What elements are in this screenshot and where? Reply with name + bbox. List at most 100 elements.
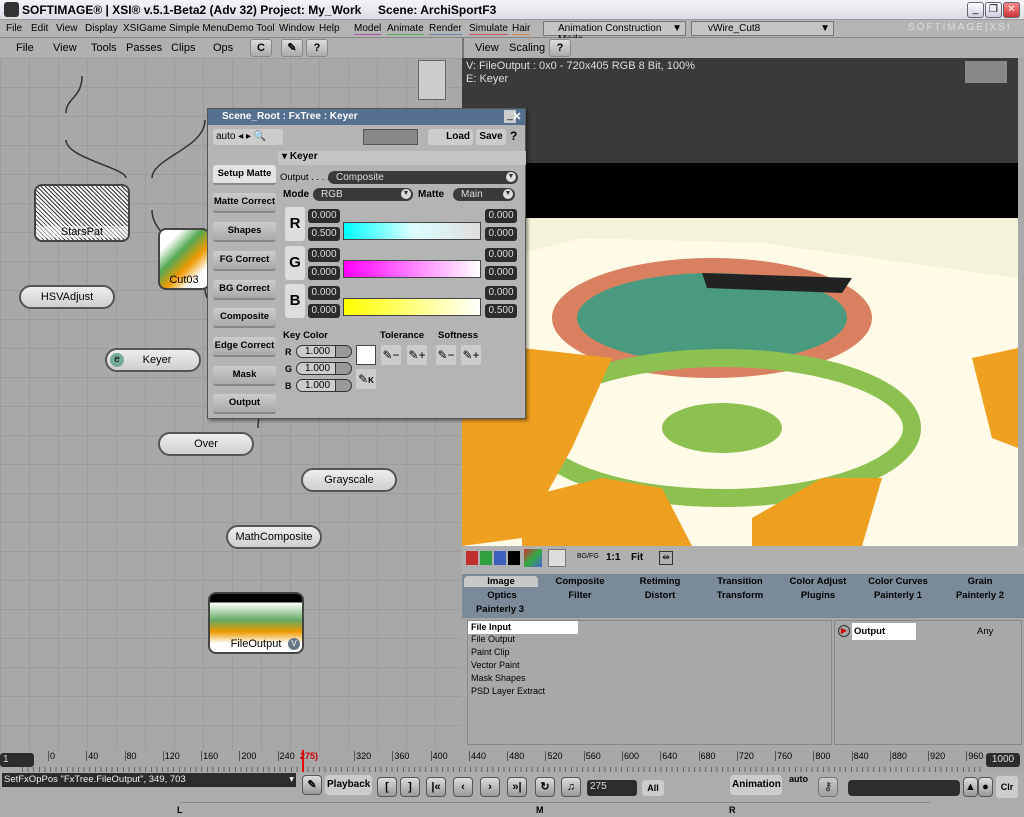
graph-navigator[interactable] bbox=[418, 60, 446, 100]
menu-help[interactable]: Help bbox=[319, 23, 340, 34]
port-name[interactable]: Output bbox=[852, 623, 916, 640]
script-command-line[interactable]: SetFxOpPos "FxTree.FileOutput", 349, 703… bbox=[2, 773, 296, 787]
shapes-button[interactable]: Shapes bbox=[213, 222, 276, 242]
tab-grain[interactable]: Grain bbox=[942, 576, 1018, 587]
softness-plus-eyedropper-icon[interactable]: ✎+ bbox=[461, 345, 481, 365]
fx-menu-tools[interactable]: Tools bbox=[91, 42, 117, 54]
key-color-swatch[interactable] bbox=[356, 345, 376, 365]
play-backward-icon[interactable]: ‹ bbox=[453, 777, 473, 797]
list-item[interactable]: Vector Paint bbox=[468, 660, 831, 673]
navigation-arrows[interactable] bbox=[363, 129, 418, 145]
g-high-max[interactable]: 0.000 bbox=[485, 266, 517, 280]
b-low-max[interactable]: 0.000 bbox=[308, 304, 340, 318]
last-frame-icon[interactable]: »| bbox=[507, 777, 527, 797]
tab-painterly-1[interactable]: Painterly 1 bbox=[860, 590, 936, 601]
tab-transition[interactable]: Transition bbox=[702, 576, 778, 587]
menu-window[interactable]: Window bbox=[279, 23, 315, 34]
r-low-min[interactable]: 0.000 bbox=[308, 209, 340, 223]
fx-menu-ops[interactable]: Ops bbox=[213, 42, 233, 54]
tab-distort[interactable]: Distort bbox=[622, 590, 698, 601]
menu-view[interactable]: View bbox=[56, 23, 78, 34]
fx-menu-view[interactable]: View bbox=[53, 42, 77, 54]
list-item[interactable]: File Output bbox=[468, 634, 831, 647]
help-button[interactable]: ? bbox=[306, 39, 328, 57]
keyer-section-header[interactable]: ▾ Keyer bbox=[278, 151, 526, 165]
fg-correct-button[interactable]: FG Correct bbox=[213, 251, 276, 271]
restore-button[interactable]: ❐ bbox=[985, 2, 1002, 18]
clear-button[interactable]: Clr bbox=[996, 776, 1018, 798]
tab-image[interactable]: Image bbox=[464, 576, 538, 587]
tab-plugins[interactable]: Plugins bbox=[780, 590, 856, 601]
node-grayscale[interactable]: Grayscale bbox=[301, 468, 397, 492]
play-forward-icon[interactable]: › bbox=[480, 777, 500, 797]
output-button[interactable]: Output bbox=[213, 394, 276, 414]
channel-r-button[interactable]: R bbox=[285, 207, 305, 241]
key-icon[interactable]: ⚷ bbox=[818, 777, 838, 797]
composite-button[interactable]: Composite bbox=[213, 308, 276, 328]
softness-minus-eyedropper-icon[interactable]: ✎− bbox=[436, 345, 456, 365]
auto-key-button[interactable]: auto bbox=[789, 774, 808, 784]
blue-channel-button[interactable] bbox=[494, 551, 506, 565]
fx-menu-clips[interactable]: Clips bbox=[171, 42, 195, 54]
r-high-min[interactable]: 0.000 bbox=[485, 209, 517, 223]
list-item[interactable]: Paint Clip bbox=[468, 647, 831, 660]
key-color-r[interactable]: 1.000 bbox=[296, 345, 352, 358]
menu-file[interactable]: File bbox=[6, 23, 22, 34]
one-to-one-button[interactable]: 1:1 bbox=[606, 552, 620, 563]
module-render[interactable]: Render bbox=[429, 23, 462, 35]
menu-display[interactable]: Display bbox=[85, 23, 118, 34]
tab-painterly-2[interactable]: Painterly 2 bbox=[942, 590, 1018, 601]
r-range-bar[interactable] bbox=[343, 222, 481, 240]
script-editor-icon[interactable]: ✎ bbox=[302, 775, 322, 795]
module-animate[interactable]: Animate bbox=[387, 23, 424, 35]
viewer-menu-scaling[interactable]: Scaling bbox=[509, 42, 545, 54]
list-item[interactable]: Mask Shapes bbox=[468, 673, 831, 686]
timeline-end-field[interactable]: 1000 bbox=[986, 753, 1020, 767]
list-item[interactable]: PSD Layer Extract bbox=[468, 686, 831, 699]
node-over[interactable]: Over bbox=[158, 432, 254, 456]
rgb-toggle-icon[interactable] bbox=[524, 549, 542, 567]
split-view-icon[interactable]: ⇹ bbox=[659, 551, 673, 565]
image-viewer[interactable]: V: FileOutput : 0x0 - 720x405 RGB 8 Bit,… bbox=[462, 58, 1018, 546]
r-high-max[interactable]: 0.000 bbox=[485, 227, 517, 241]
red-channel-button[interactable] bbox=[466, 551, 478, 565]
g-low-max[interactable]: 0.000 bbox=[308, 266, 340, 280]
audio-icon[interactable]: ♫ bbox=[561, 777, 581, 797]
viewer-menu-view[interactable]: View bbox=[475, 42, 499, 54]
menu-simple-menu[interactable]: Simple Menu bbox=[169, 23, 227, 34]
menu-xsigame[interactable]: XSIGame bbox=[123, 23, 166, 34]
mask-button[interactable]: Mask bbox=[213, 366, 276, 386]
node-mathcomposite[interactable]: MathComposite bbox=[226, 525, 322, 549]
node-keyer[interactable]: e Keyer bbox=[105, 348, 201, 372]
load-button[interactable]: Load bbox=[428, 129, 473, 145]
construction-mode-dropdown[interactable]: Animation Construction Mode▼ bbox=[543, 21, 686, 45]
green-channel-button[interactable] bbox=[480, 551, 492, 565]
node-cut03[interactable]: Cut03 bbox=[158, 228, 210, 290]
g-range-bar[interactable] bbox=[343, 260, 481, 278]
bg-fg-button[interactable]: BG/FG bbox=[577, 553, 599, 560]
animation-menu-button[interactable]: Animation bbox=[730, 775, 782, 795]
minimize-button[interactable]: _ bbox=[967, 2, 984, 18]
next-frame-icon[interactable]: ] bbox=[400, 777, 420, 797]
object-selector-dropdown[interactable]: vWire_Cut8 ▼ bbox=[691, 21, 834, 36]
channel-b-button[interactable]: B bbox=[285, 284, 305, 318]
tab-color-adjust[interactable]: Color Adjust bbox=[780, 576, 856, 587]
auto-button[interactable]: auto ◂ ▸ 🔍 bbox=[213, 129, 283, 145]
key-indicator-icon[interactable]: ● bbox=[978, 777, 993, 797]
module-hair[interactable]: Hair bbox=[512, 23, 531, 35]
save-button[interactable]: Save bbox=[476, 129, 506, 145]
menu-edit[interactable]: Edit bbox=[31, 23, 48, 34]
pick-key-eyedropper-icon[interactable]: ✎K bbox=[356, 369, 376, 389]
menu-demo-tool[interactable]: Demo Tool bbox=[227, 23, 275, 34]
list-item[interactable]: File Input bbox=[468, 621, 578, 634]
channel-g-button[interactable]: G bbox=[285, 246, 305, 280]
alpha-channel-button[interactable] bbox=[508, 551, 520, 565]
help-button[interactable]: ? bbox=[510, 129, 517, 143]
current-frame-field[interactable]: 275 bbox=[587, 780, 637, 796]
b-range-bar[interactable] bbox=[343, 298, 481, 316]
exposure-icon[interactable] bbox=[548, 549, 566, 567]
timeline[interactable]: 1 0 40 80 120 160 200 240 320 360 400 440 480 520 560… bbox=[0, 750, 1024, 772]
tab-transform[interactable]: Transform bbox=[702, 590, 778, 601]
tab-filter[interactable]: Filter bbox=[542, 590, 618, 601]
close-button[interactable]: ✕ bbox=[1003, 2, 1020, 18]
